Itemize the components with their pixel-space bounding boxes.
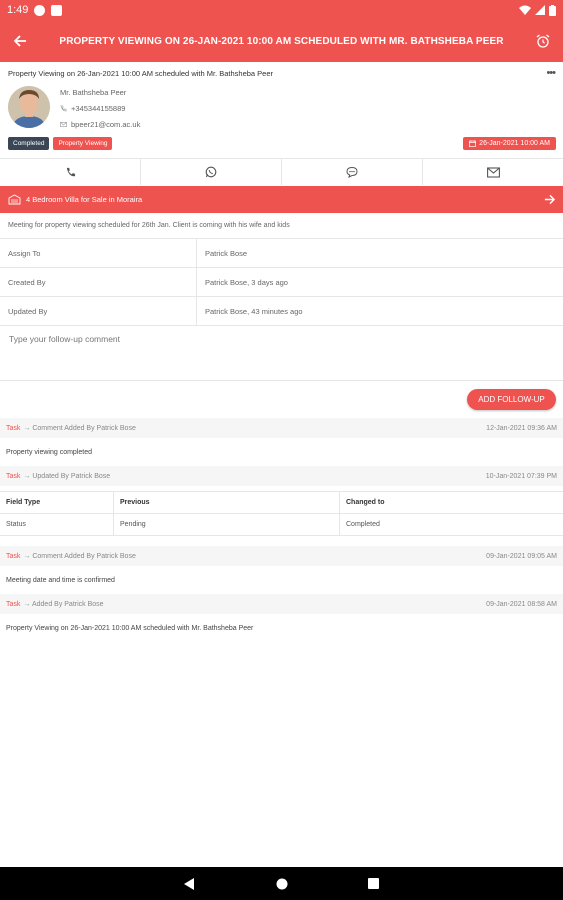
follow-up-comment-input[interactable] <box>9 334 554 372</box>
table-cell: Pending <box>114 514 340 535</box>
chat-bubble-icon <box>346 166 358 178</box>
feed-entry-header: Task → Updated By Patrick Bose 10-Jan-20… <box>0 466 563 486</box>
arrow-left-icon <box>13 35 26 47</box>
contact-card: Mr. Bathsheba Peer +345344155889 bpeer21… <box>8 86 553 132</box>
column-header: Previous <box>114 492 340 513</box>
app-bar: PROPERTY VIEWING ON 26-JAN-2021 10:00 AM… <box>0 20 563 62</box>
wifi-icon <box>519 5 531 15</box>
property-title: 4 Bedroom Villa for Sale in Moraira <box>26 195 143 204</box>
contact-name: Mr. Bathsheba Peer <box>60 88 127 97</box>
envelope-icon <box>486 166 500 178</box>
comment-box <box>0 326 563 381</box>
add-follow-up-button[interactable]: ADD FOLLOW-UP <box>467 389 556 410</box>
feed-entry-header: Task → Comment Added By Patrick Bose 09-… <box>0 546 563 566</box>
feed-entry-body: Meeting date and time is confirmed <box>6 576 115 584</box>
detail-row-created-by: Created By Patrick Bose, 3 days ago <box>0 268 563 297</box>
contact-actions <box>0 158 563 185</box>
whatsapp-button[interactable] <box>141 159 282 185</box>
task-summary-row: Property Viewing on 26-Jan-2021 10:00 AM… <box>0 64 563 82</box>
activity-feed: Task → Comment Added By Patrick Bose 12-… <box>0 418 563 642</box>
arrow-right-icon <box>544 194 555 205</box>
contact-email-row[interactable]: bpeer21@com.ac.uk <box>60 120 140 129</box>
feed-entry-body: Property viewing completed <box>6 448 92 456</box>
task-description: Meeting for property viewing scheduled f… <box>0 213 563 239</box>
notification-doc-icon <box>51 4 63 16</box>
reminder-button[interactable] <box>523 20 563 62</box>
feed-action: → Comment Added By Patrick Bose <box>23 424 136 432</box>
badge-row: Completed Property Viewing 26-Jan-2021 1… <box>8 136 556 150</box>
detail-value: Patrick Bose, 43 minutes ago <box>205 306 303 316</box>
feed-entry-body: Property Viewing on 26-Jan-2021 10:00 AM… <box>6 624 254 632</box>
circle-home-icon <box>276 878 287 889</box>
type-badge: Property Viewing <box>53 136 113 150</box>
email-small-icon <box>60 122 67 127</box>
task-link[interactable]: Task <box>6 425 20 432</box>
contact-info: Mr. Bathsheba Peer +345344155889 bpeer21… <box>60 86 140 132</box>
system-nav-bar <box>0 867 563 900</box>
feed-time: 09-Jan-2021 09:05 AM <box>486 552 557 560</box>
task-link[interactable]: Task <box>6 553 20 560</box>
detail-value: Patrick Bose, 3 days ago <box>205 277 288 287</box>
signal-icon <box>535 5 545 15</box>
task-link[interactable]: Task <box>6 473 20 480</box>
status-bar: 1:49 <box>0 0 563 20</box>
chat-button[interactable] <box>282 159 423 185</box>
back-button[interactable] <box>0 20 40 62</box>
feed-entry-header: Task → Added By Patrick Bose 09-Jan-2021… <box>0 594 563 614</box>
more-options-button[interactable]: ••• <box>546 67 556 79</box>
table-cell: Status <box>0 514 114 535</box>
detail-row-updated-by: Updated By Patrick Bose, 43 minutes ago <box>0 297 563 326</box>
notification-app-icon <box>34 4 46 16</box>
contact-phone-row[interactable]: +345344155889 <box>60 104 140 113</box>
task-link[interactable]: Task <box>6 601 20 608</box>
feed-time: 09-Jan-2021 08:58 AM <box>486 600 557 608</box>
feed-action: → Added By Patrick Bose <box>23 600 104 608</box>
status-badge: Completed <box>8 136 50 150</box>
contact-email: bpeer21@com.ac.uk <box>71 120 141 129</box>
column-header: Changed to <box>346 499 385 506</box>
detail-value: Patrick Bose <box>205 248 248 258</box>
detail-key: Assign To <box>0 239 197 267</box>
contact-name-row: Mr. Bathsheba Peer <box>60 88 140 97</box>
date-badge: 26-Jan-2021 10:00 AM <box>463 136 556 150</box>
square-recents-icon <box>368 878 379 889</box>
feed-time: 12-Jan-2021 09:36 AM <box>486 424 557 432</box>
feed-action: → Updated By Patrick Bose <box>23 472 111 480</box>
date-badge-text: 26-Jan-2021 10:00 AM <box>479 139 550 147</box>
details-table: Assign To Patrick Bose Created By Patric… <box>0 239 563 326</box>
change-table-header: Field Type Previous Changed to <box>0 492 563 514</box>
calendar-icon <box>469 139 477 147</box>
feed-entry-header: Task → Comment Added By Patrick Bose 12-… <box>0 418 563 438</box>
feed-action: → Comment Added By Patrick Bose <box>23 552 136 560</box>
nav-back-button[interactable] <box>180 874 200 894</box>
nav-recents-button[interactable] <box>364 874 384 894</box>
table-row: Status Pending Completed <box>0 514 563 536</box>
phone-small-icon <box>60 105 67 112</box>
call-button[interactable] <box>0 159 141 185</box>
alarm-clock-icon <box>536 34 550 48</box>
phone-icon <box>66 167 75 176</box>
building-icon <box>8 194 21 205</box>
feed-time: 10-Jan-2021 07:39 PM <box>485 472 557 480</box>
email-button[interactable] <box>423 159 563 185</box>
table-cell: Completed <box>346 521 380 528</box>
linked-property-link[interactable]: 4 Bedroom Villa for Sale in Moraira <box>0 186 563 213</box>
detail-key: Updated By <box>0 297 197 325</box>
detail-key: Created By <box>0 268 197 296</box>
nav-home-button[interactable] <box>272 874 292 894</box>
battery-icon <box>549 4 556 16</box>
task-summary-text: Property Viewing on 26-Jan-2021 10:00 AM… <box>8 68 274 78</box>
detail-row-assign-to: Assign To Patrick Bose <box>0 239 563 268</box>
status-time: 1:49 <box>7 4 29 16</box>
page-title: PROPERTY VIEWING ON 26-JAN-2021 10:00 AM… <box>59 35 504 47</box>
triangle-back-icon <box>184 877 194 890</box>
avatar <box>8 86 50 128</box>
whatsapp-icon <box>205 166 217 178</box>
column-header: Field Type <box>0 492 114 513</box>
contact-phone: +345344155889 <box>71 104 126 113</box>
change-table: Field Type Previous Changed to Status Pe… <box>0 491 563 536</box>
